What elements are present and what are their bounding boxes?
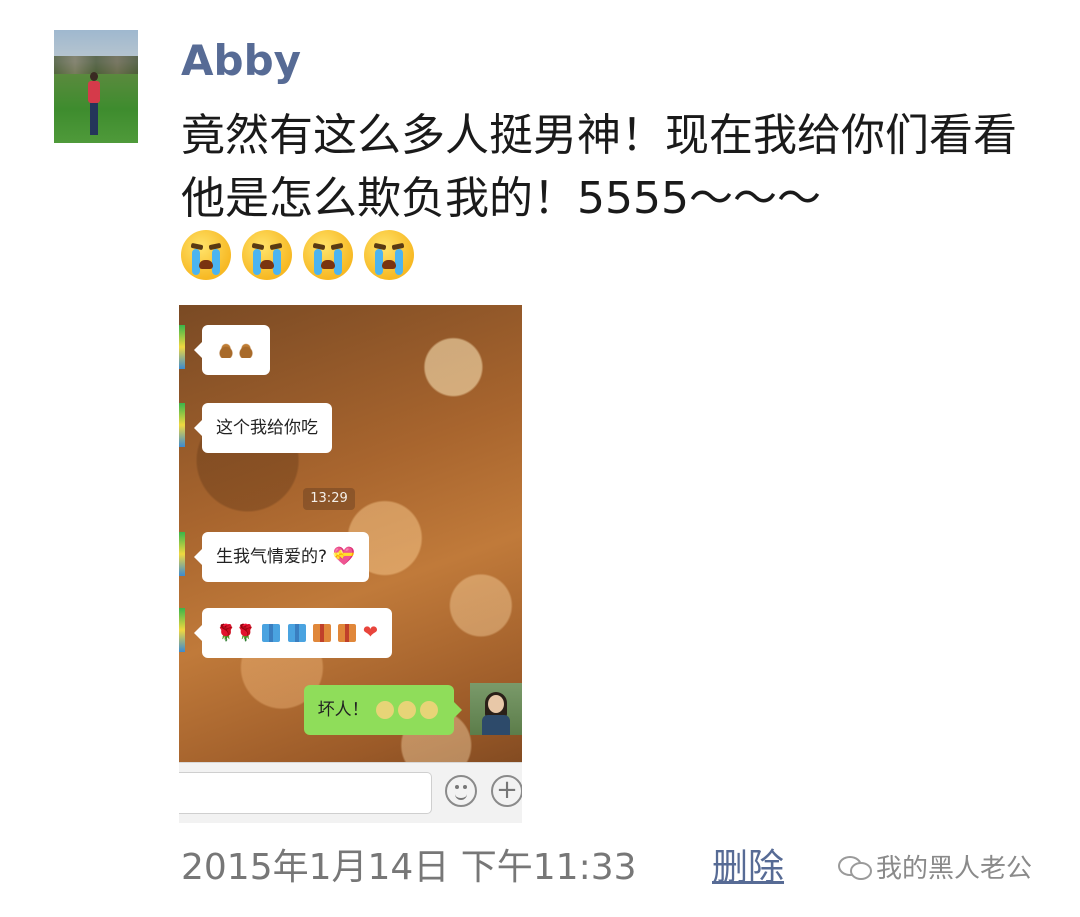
sender-avatar-stub — [179, 325, 185, 369]
rose-icon: 🌹 — [235, 623, 256, 642]
rose-icon: 🌹 — [216, 623, 236, 642]
avatar-person — [88, 72, 100, 136]
gift-icon — [338, 624, 357, 642]
gift-icon — [287, 624, 306, 642]
watermark: 我的黑人老公 — [838, 848, 1032, 885]
heart-icon: ❤ — [362, 622, 378, 643]
chat-message-text: 坏人！ — [317, 700, 369, 720]
crying-face-icon — [364, 230, 414, 280]
chat-bubble-left — [194, 325, 270, 375]
poop-icon — [238, 342, 254, 358]
chat-bubble-left: 生我气情爱的? 💝 — [194, 532, 369, 582]
plus-icon: + — [491, 775, 522, 807]
self-avatar — [470, 683, 522, 735]
crying-face-icon — [376, 701, 394, 719]
username[interactable]: Abby — [181, 36, 301, 85]
sender-avatar-stub — [179, 532, 185, 576]
post-text: 竟然有这么多人挺男神！现在我给你们看看他是怎么欺负我的！5555～～～ — [181, 110, 1017, 224]
crying-face-icon — [303, 230, 353, 280]
crying-face-icon — [398, 701, 416, 719]
chat-screenshot-image[interactable]: 这个我给你吃 13:29 生我气情爱的? 💝 🌹🌹 ❤ 坏人！ + — [179, 305, 522, 823]
emoji-row — [181, 230, 414, 280]
chat-bubble-left: 🌹🌹 ❤ — [194, 608, 392, 658]
chat-message-text: 生我气情爱的? — [216, 547, 328, 567]
post-timestamp: 2015年1月14日 下午11:33 — [181, 847, 637, 888]
chat-message-text: 这个我给你吃 — [216, 418, 318, 438]
chat-input-field — [179, 772, 432, 814]
watermark-text: 我的黑人老公 — [876, 854, 1033, 884]
crying-face-icon — [420, 701, 438, 719]
sender-avatar-stub — [179, 608, 185, 652]
gift-icon — [313, 624, 332, 642]
crying-face-icon — [181, 230, 231, 280]
heart-gift-icon: 💝 — [332, 546, 355, 567]
wechat-logo-icon — [838, 854, 872, 880]
chat-input-bar: + — [179, 762, 522, 823]
user-avatar[interactable] — [54, 30, 138, 143]
gift-icon — [262, 624, 281, 642]
delete-link[interactable]: 删除 — [712, 838, 784, 890]
poop-icon — [218, 342, 234, 358]
crying-face-icon — [242, 230, 292, 280]
chat-bubble-right: 坏人！ — [303, 685, 463, 735]
smiley-icon — [445, 775, 477, 807]
chat-bubble-left: 这个我给你吃 — [194, 403, 332, 453]
chat-timestamp: 13:29 — [303, 488, 355, 510]
sender-avatar-stub — [179, 403, 185, 447]
